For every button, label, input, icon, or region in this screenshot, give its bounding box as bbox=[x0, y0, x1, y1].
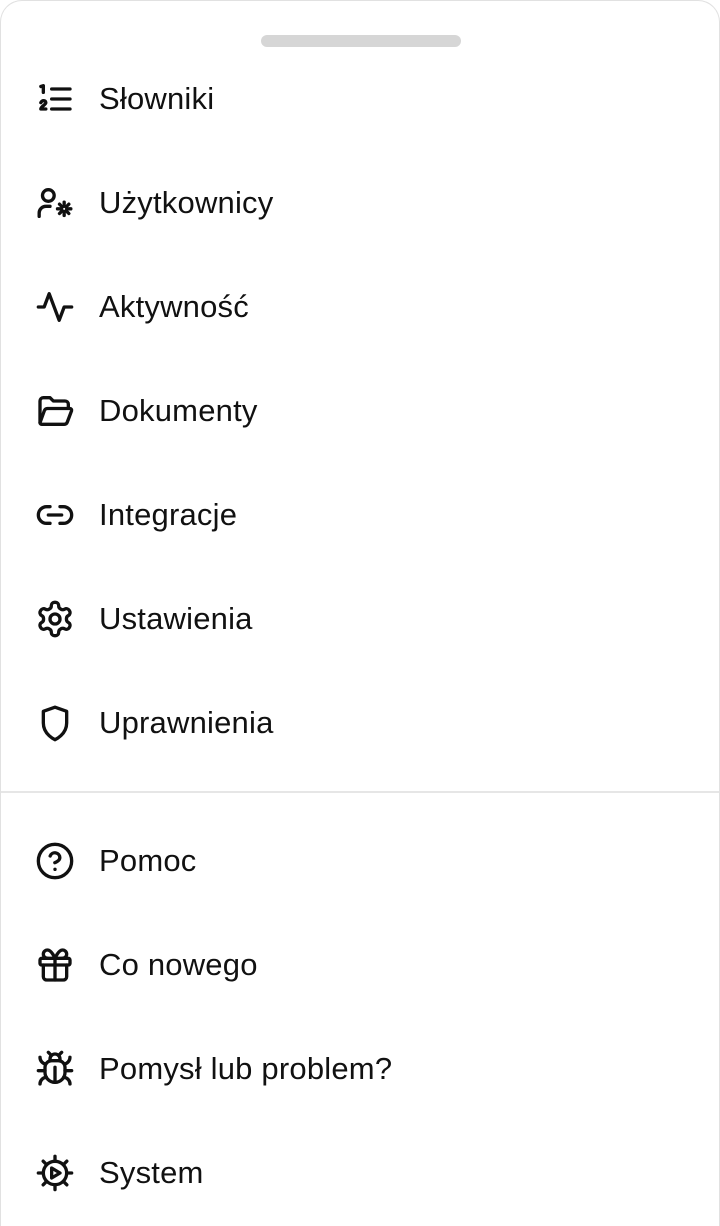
menu-item-label: Aktywność bbox=[99, 289, 249, 324]
help-circle-icon bbox=[35, 841, 75, 881]
user-settings-icon bbox=[35, 183, 75, 223]
menu-item-system[interactable]: System bbox=[1, 1121, 719, 1225]
menu-item-uprawnienia[interactable]: Uprawnienia bbox=[1, 671, 719, 775]
menu-item-label: Ustawienia bbox=[99, 601, 253, 636]
menu-item-label: Pomysł lub problem? bbox=[99, 1051, 393, 1086]
bug-icon bbox=[35, 1049, 75, 1089]
menu-item-slowniki[interactable]: Słowniki bbox=[1, 47, 719, 151]
activity-icon bbox=[35, 287, 75, 327]
primary-menu: Słowniki Użytkownicy Aktywność Dokumenty… bbox=[1, 47, 719, 775]
menu-item-integracje[interactable]: Integracje bbox=[1, 463, 719, 567]
menu-item-label: Słowniki bbox=[99, 81, 215, 116]
gear-icon bbox=[35, 599, 75, 639]
menu-item-label: Pomoc bbox=[99, 843, 197, 878]
link-icon bbox=[35, 495, 75, 535]
shield-icon bbox=[35, 703, 75, 743]
menu-item-pomoc[interactable]: Pomoc bbox=[1, 809, 719, 913]
system-cog-icon bbox=[35, 1153, 75, 1193]
menu-item-co-nowego[interactable]: Co nowego bbox=[1, 913, 719, 1017]
menu-item-label: Użytkownicy bbox=[99, 185, 274, 220]
menu-item-dokumenty[interactable]: Dokumenty bbox=[1, 359, 719, 463]
menu-item-label: Dokumenty bbox=[99, 393, 258, 428]
menu-divider bbox=[1, 791, 719, 793]
menu-item-label: Uprawnienia bbox=[99, 705, 274, 740]
numbered-list-icon bbox=[35, 79, 75, 119]
menu-item-aktywnosc[interactable]: Aktywność bbox=[1, 255, 719, 359]
menu-item-label: Co nowego bbox=[99, 947, 258, 982]
gift-icon bbox=[35, 945, 75, 985]
folder-open-icon bbox=[35, 391, 75, 431]
menu-item-pomysl-lub-problem[interactable]: Pomysł lub problem? bbox=[1, 1017, 719, 1121]
drag-handle[interactable] bbox=[261, 35, 461, 47]
bottom-sheet-menu: Słowniki Użytkownicy Aktywność Dokumenty… bbox=[0, 0, 720, 1226]
menu-item-label: Integracje bbox=[99, 497, 238, 532]
menu-item-ustawienia[interactable]: Ustawienia bbox=[1, 567, 719, 671]
secondary-menu: Pomoc Co nowego Pomysł lub problem? Syst… bbox=[1, 809, 719, 1225]
menu-item-label: System bbox=[99, 1155, 204, 1190]
menu-item-uzytkownicy[interactable]: Użytkownicy bbox=[1, 151, 719, 255]
